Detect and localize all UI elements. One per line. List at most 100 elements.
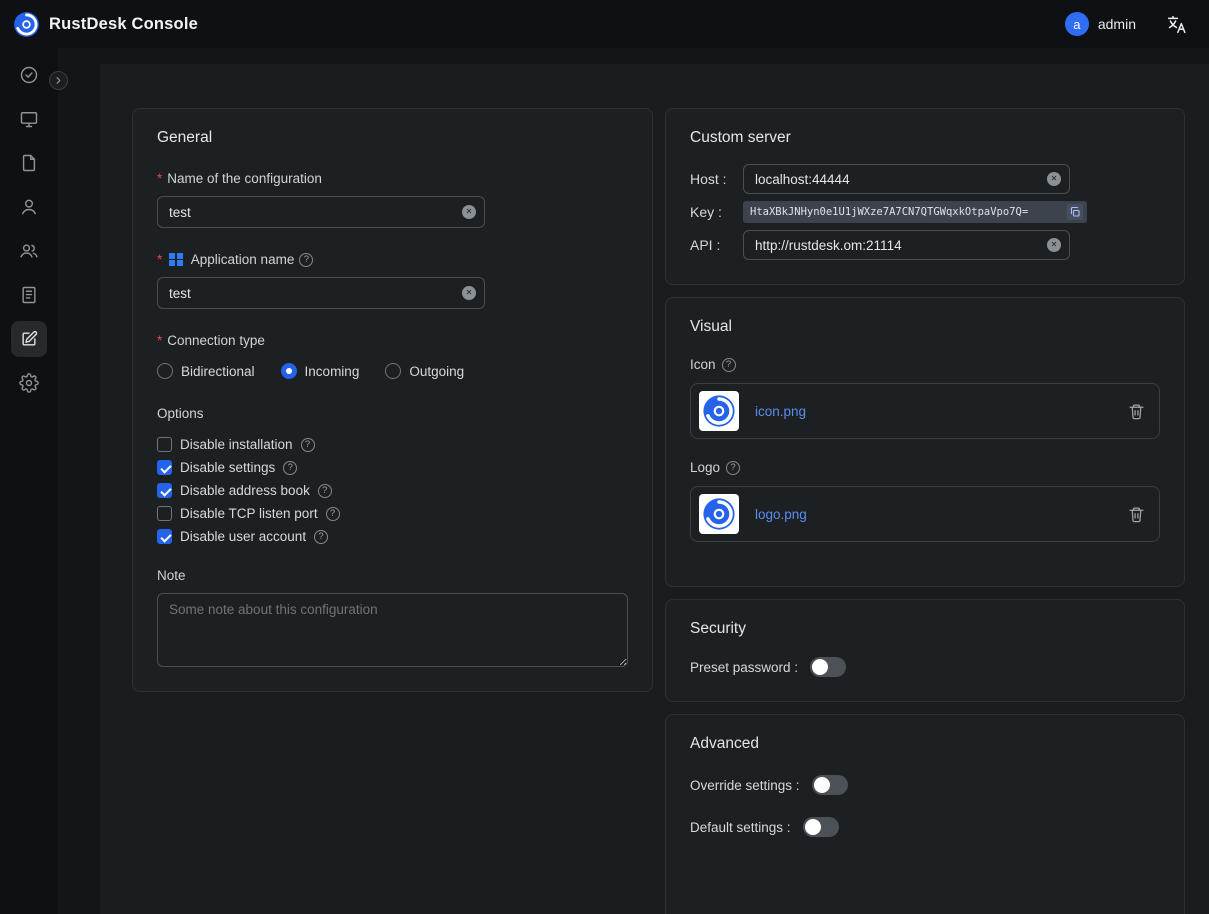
checkbox-label: Disable TCP listen port [180, 506, 318, 521]
checkbox-disable-user-account[interactable]: Disable user account ? [157, 529, 628, 544]
default-settings-toggle[interactable] [803, 817, 839, 837]
user-icon [19, 197, 39, 217]
checkbox-icon [157, 460, 172, 475]
help-icon[interactable]: ? [326, 507, 340, 521]
general-title: General [157, 129, 628, 147]
logo-preview [699, 494, 739, 534]
help-icon[interactable]: ? [299, 253, 313, 267]
main-content: General Name of the configuration ✕ Appl… [100, 64, 1209, 914]
windows-icon [169, 253, 183, 267]
delete-icon[interactable] [1128, 506, 1145, 523]
radio-incoming[interactable]: Incoming [281, 363, 360, 379]
sidebar-item-groups[interactable] [11, 233, 47, 269]
icon-file-link[interactable]: icon.png [755, 404, 1112, 419]
preset-password-label: Preset password : [690, 660, 798, 675]
visual-card: Visual Icon ? icon.png Logo ? [665, 297, 1185, 587]
preset-password-toggle[interactable] [810, 657, 846, 677]
logo-label: Logo [690, 460, 720, 475]
clear-icon[interactable]: ✕ [1047, 172, 1061, 186]
default-settings-label: Default settings : [690, 820, 791, 835]
key-value: HtaXBkJNHyn0e1U1jWXze7A7CN7QTGWqxkOtpaVp… [750, 206, 1062, 218]
logo-label-row: Logo ? [690, 460, 1160, 475]
radio-outgoing[interactable]: Outgoing [385, 363, 464, 379]
help-icon[interactable]: ? [726, 461, 740, 475]
api-input[interactable] [743, 230, 1070, 260]
help-icon[interactable]: ? [318, 484, 332, 498]
clear-icon[interactable]: ✕ [462, 286, 476, 300]
security-title: Security [690, 620, 1160, 638]
avatar[interactable]: a [1065, 12, 1089, 36]
connection-type-group: Bidirectional Incoming Outgoing [157, 363, 628, 379]
config-name-label: Name of the configuration [157, 171, 628, 186]
sidebar-item-documents[interactable] [11, 145, 47, 181]
copy-icon[interactable] [1067, 204, 1083, 220]
config-name-input-wrap: ✕ [157, 196, 485, 228]
brand: RustDesk Console [13, 11, 198, 38]
radio-bidirectional[interactable]: Bidirectional [157, 363, 255, 379]
advanced-card: Advanced Override settings : Default set… [665, 714, 1185, 914]
field-label-text: Application name [191, 252, 295, 267]
user-menu[interactable]: a admin [1065, 12, 1136, 36]
sidebar-item-devices[interactable] [11, 101, 47, 137]
key-field[interactable]: HtaXBkJNHyn0e1U1jWXze7A7CN7QTGWqxkOtpaVp… [743, 201, 1087, 223]
api-row: API : ✕ [690, 230, 1160, 260]
clear-icon[interactable]: ✕ [462, 205, 476, 219]
host-input[interactable] [743, 164, 1070, 194]
checkbox-disable-tcp-listen-port[interactable]: Disable TCP listen port ? [157, 506, 628, 521]
required-asterisk [157, 333, 162, 348]
radio-icon [281, 363, 297, 379]
key-label: Key : [690, 204, 743, 220]
checkbox-disable-installation[interactable]: Disable installation ? [157, 437, 628, 452]
left-column: General Name of the configuration ✕ Appl… [132, 108, 653, 692]
checkbox-disable-address-book[interactable]: Disable address book ? [157, 483, 628, 498]
header-actions: a admin [1065, 12, 1187, 36]
gear-icon [19, 373, 39, 393]
checkbox-label: Disable user account [180, 529, 306, 544]
key-row: Key : HtaXBkJNHyn0e1U1jWXze7A7CN7QTGWqxk… [690, 201, 1160, 223]
clear-icon[interactable]: ✕ [1047, 238, 1061, 252]
help-icon[interactable]: ? [283, 461, 297, 475]
checkbox-label: Disable installation [180, 437, 293, 452]
toggle-knob [812, 659, 828, 675]
username: admin [1098, 16, 1136, 32]
host-row: Host : ✕ [690, 164, 1160, 194]
delete-icon[interactable] [1128, 403, 1145, 420]
help-icon[interactable]: ? [314, 530, 328, 544]
help-icon[interactable]: ? [301, 438, 315, 452]
icon-upload-box[interactable]: icon.png [690, 383, 1160, 439]
sidebar-expand-button[interactable] [49, 71, 68, 90]
checkbox-label: Disable address book [180, 483, 310, 498]
sidebar-item-custom-clients[interactable] [11, 321, 47, 357]
log-book-icon [19, 285, 39, 305]
sidebar-item-dashboard[interactable] [11, 57, 47, 93]
checkbox-label: Disable settings [180, 460, 275, 475]
required-asterisk [157, 171, 162, 186]
file-icon [19, 153, 39, 173]
logo-file-link[interactable]: logo.png [755, 507, 1112, 522]
override-settings-row: Override settings : [690, 775, 1160, 795]
host-input-wrap: ✕ [743, 164, 1070, 194]
override-settings-toggle[interactable] [812, 775, 848, 795]
checkbox-disable-settings[interactable]: Disable settings ? [157, 460, 628, 475]
config-name-input[interactable] [157, 196, 485, 228]
preset-password-row: Preset password : [690, 657, 1160, 677]
sidebar-item-users[interactable] [11, 189, 47, 225]
logo-upload-box[interactable]: logo.png [690, 486, 1160, 542]
custom-server-card: Custom server Host : ✕ Key : HtaXBkJNHyn… [665, 108, 1185, 285]
sidebar-item-settings[interactable] [11, 365, 47, 401]
note-textarea[interactable] [157, 593, 628, 667]
help-icon[interactable]: ? [722, 358, 736, 372]
checkbox-icon [157, 529, 172, 544]
sidebar-item-audit-logs[interactable] [11, 277, 47, 313]
translate-icon[interactable] [1166, 14, 1187, 35]
app-name-input[interactable] [157, 277, 485, 309]
options-list: Disable installation ? Disable settings … [157, 437, 628, 544]
custom-server-rows: Host : ✕ Key : HtaXBkJNHyn0e1U1jWXze7A7C… [690, 164, 1160, 260]
radio-icon [157, 363, 173, 379]
radio-label: Outgoing [409, 364, 464, 379]
connection-type-label: Connection type [157, 333, 628, 348]
checkbox-icon [157, 437, 172, 452]
app-name-label: Application name ? [157, 252, 628, 267]
field-label-text: Name of the configuration [167, 171, 322, 186]
override-settings-label: Override settings : [690, 778, 800, 793]
